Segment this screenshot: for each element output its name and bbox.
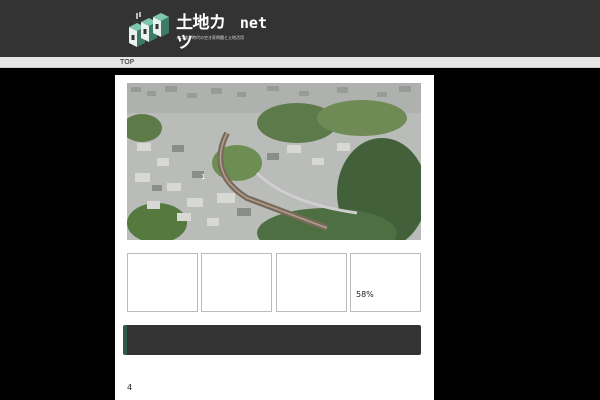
gallery-main-image[interactable]: 1 (127, 83, 421, 240)
page-number: 4 (127, 383, 133, 392)
site-header: 土地カツ net 人口減少時代の空き家問題と土地活用 (0, 0, 600, 57)
house-cubes-logo-icon (129, 12, 169, 47)
logo-tagline: 人口減少時代の空き家問題と土地活用 (176, 35, 244, 40)
gallery-thumbnail[interactable] (276, 253, 347, 312)
gallery-thumbnail-loading[interactable]: 58% (350, 253, 421, 312)
logo-title: 土地カツ net (176, 13, 267, 53)
thumbnail-loading-progress: 58% (356, 290, 374, 299)
logo-title-net: net (239, 14, 267, 32)
gallery-counter: 1 (201, 173, 206, 181)
logo-title-jp: 土地カツ (176, 13, 226, 53)
main-content: 1 58% 4 (115, 75, 434, 400)
gallery-thumbnails: 58% (127, 253, 421, 312)
site-logo[interactable]: 土地カツ net 人口減少時代の空き家問題と土地活用 (127, 11, 267, 53)
section-heading-bar (123, 325, 421, 355)
breadcrumb-top-link[interactable]: TOP (120, 57, 134, 67)
gallery-thumbnail[interactable] (127, 253, 198, 312)
gallery-thumbnail[interactable] (201, 253, 272, 312)
aerial-town-railway-photo (127, 83, 421, 240)
breadcrumb: TOP (0, 57, 600, 68)
